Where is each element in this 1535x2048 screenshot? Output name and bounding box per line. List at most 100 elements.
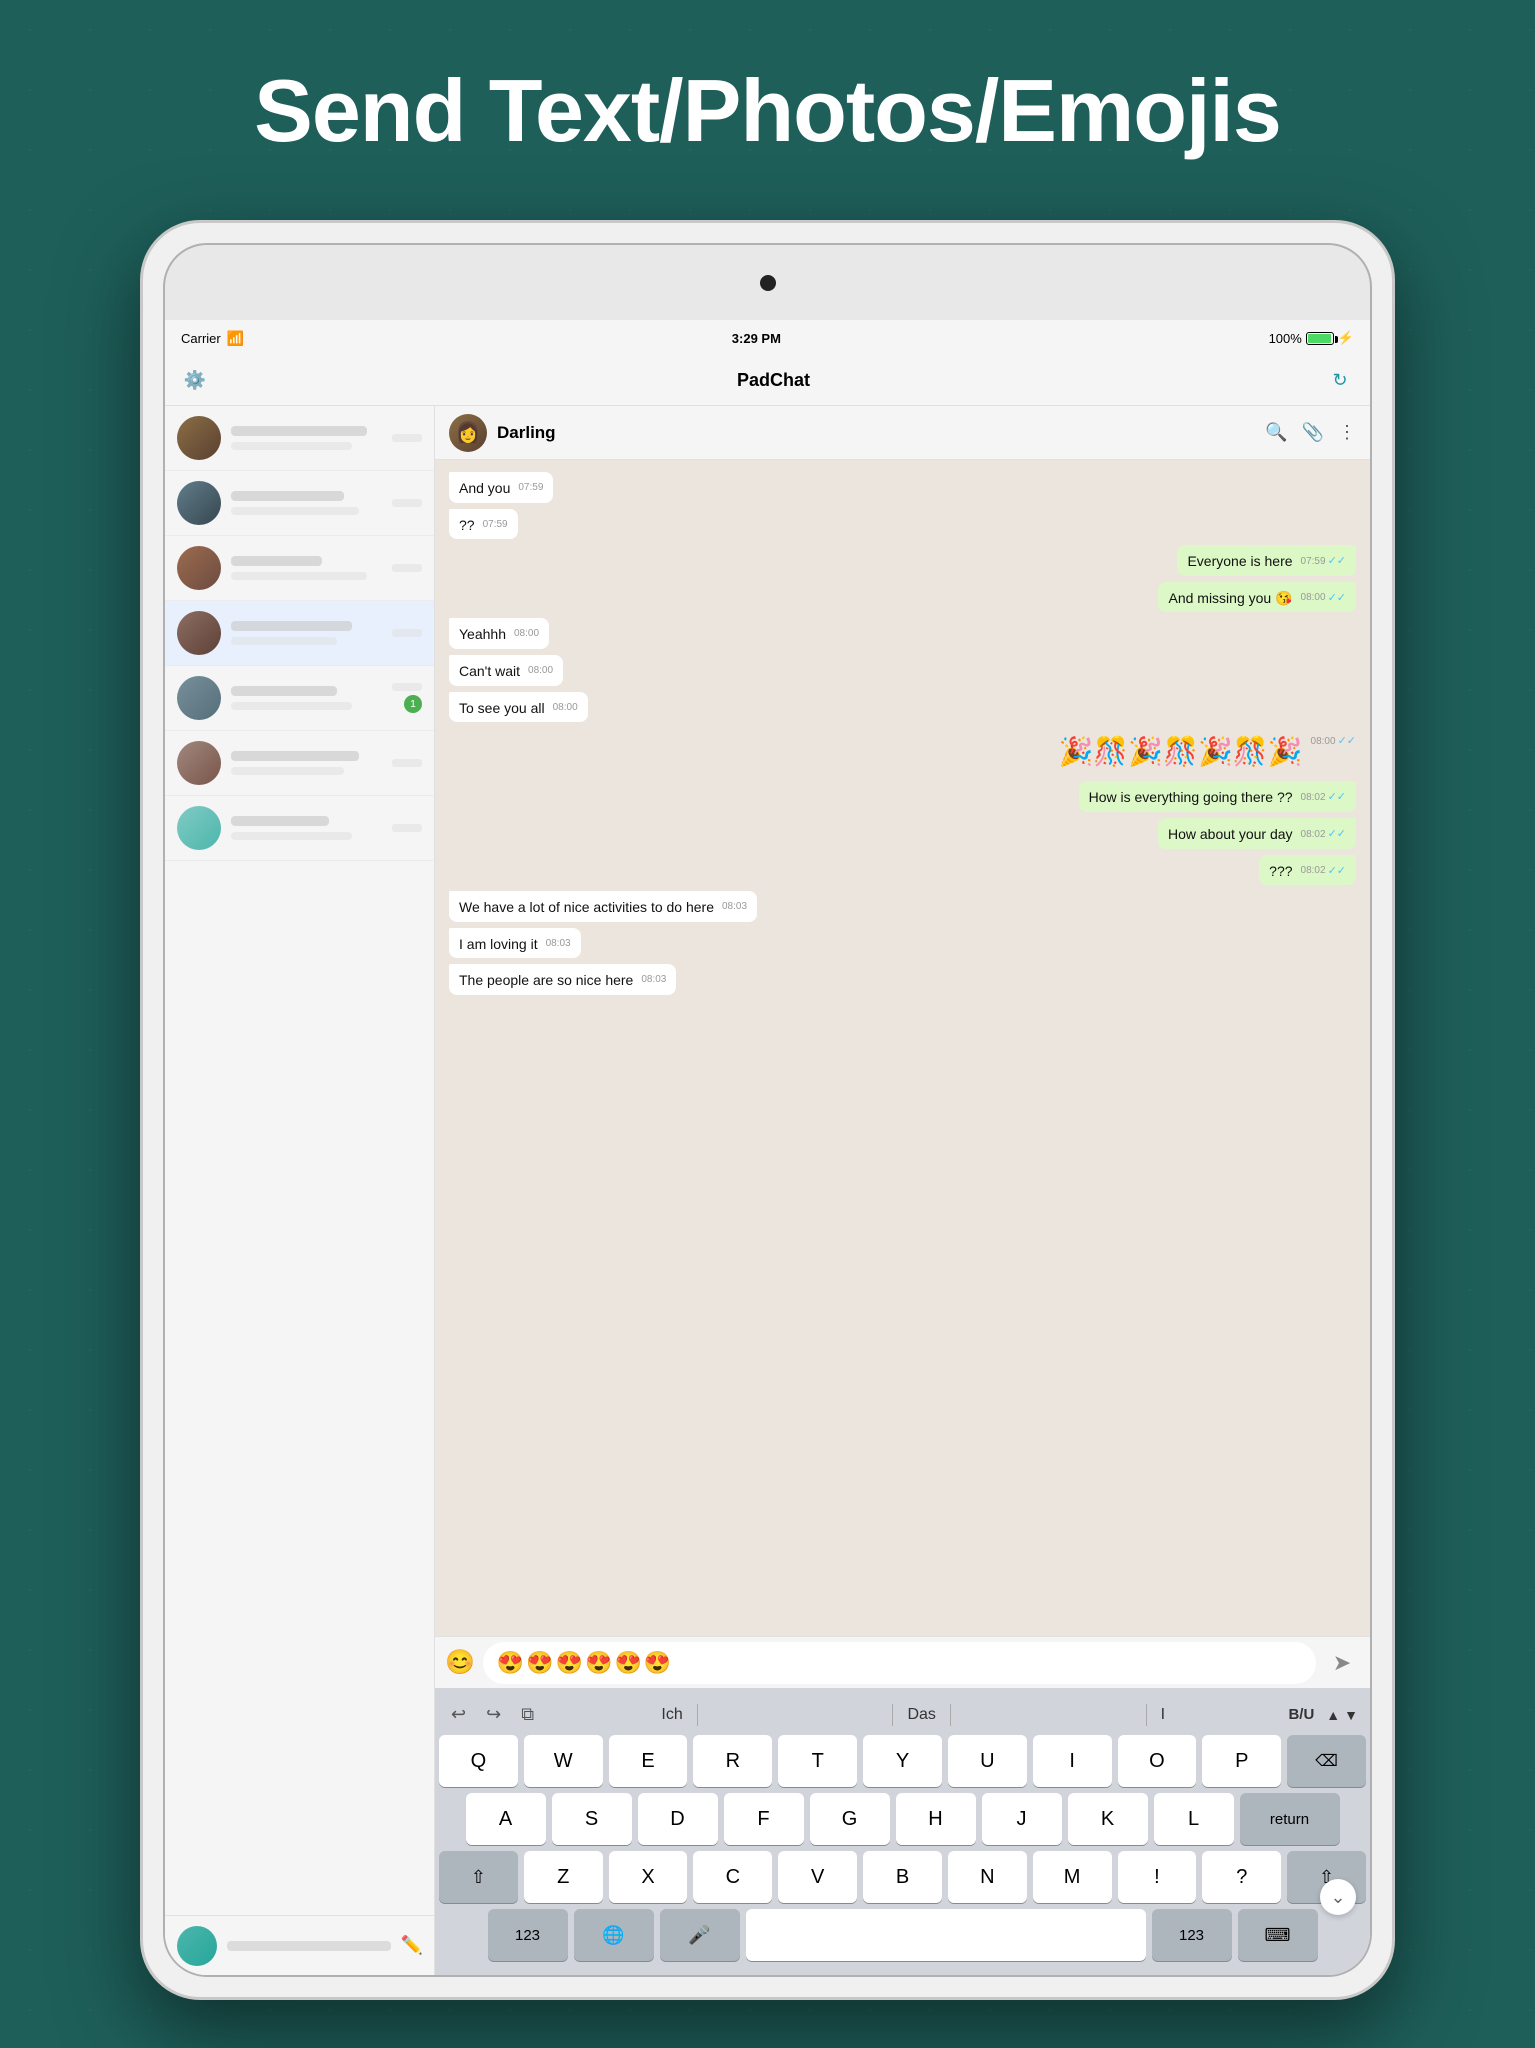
key-delete[interactable]: ⌫ — [1287, 1735, 1366, 1787]
chat-time — [392, 499, 422, 507]
keyboard-row-2: A S D F G H J K L return — [439, 1793, 1366, 1845]
refresh-icon[interactable]: ↻ — [1326, 367, 1354, 395]
arrow-up-icon[interactable]: ▲ — [1326, 1707, 1340, 1723]
message-input[interactable]: 😍😍😍😍😍😍 — [483, 1642, 1316, 1684]
key-o[interactable]: O — [1118, 1735, 1197, 1787]
send-button[interactable]: ➤ — [1324, 1645, 1360, 1681]
key-globe[interactable]: 🌐 — [574, 1909, 654, 1961]
keyboard-row-4: 123 🌐 🎤 123 ⌨ — [439, 1909, 1366, 1961]
key-z[interactable]: Z — [524, 1851, 603, 1903]
avatar — [177, 416, 221, 460]
emoji-picker-button[interactable]: 😊 — [445, 1648, 475, 1677]
key-question[interactable]: ? — [1202, 1851, 1281, 1903]
key-keyboard[interactable]: ⌨ — [1238, 1909, 1318, 1961]
chat-time — [392, 759, 422, 767]
list-item[interactable] — [165, 406, 434, 471]
message-time: 07:59 — [518, 481, 543, 495]
message-time: 08:02 ✓✓ — [1301, 864, 1346, 879]
message-bubble: Yeahhh 08:00 — [449, 618, 549, 649]
chat-time — [392, 629, 422, 637]
attachment-icon[interactable]: 📎 — [1302, 422, 1324, 443]
key-w[interactable]: W — [524, 1735, 603, 1787]
key-space[interactable] — [746, 1909, 1146, 1961]
key-a[interactable]: A — [466, 1793, 546, 1845]
gear-icon[interactable]: ⚙️ — [181, 367, 209, 395]
key-b[interactable]: B — [863, 1851, 942, 1903]
key-microphone[interactable]: 🎤 — [660, 1909, 740, 1961]
list-item[interactable] — [165, 536, 434, 601]
key-c[interactable]: C — [693, 1851, 772, 1903]
ipad-device: Carrier 📶 3:29 PM 100% ⚡ ⚙️ — [140, 220, 1395, 2000]
keyboard-row-1: Q W E R T Y U I O P ⌫ — [439, 1735, 1366, 1787]
bold-underline-button[interactable]: B/U — [1288, 1706, 1314, 1723]
key-n[interactable]: N — [948, 1851, 1027, 1903]
keyboard-row-3: ⇧ Z X C V B N M ! ? ⇧ — [439, 1851, 1366, 1903]
front-camera — [760, 275, 776, 291]
message-text: To see you all — [459, 700, 545, 716]
key-f[interactable]: F — [724, 1793, 804, 1845]
search-icon[interactable]: 🔍 — [1265, 422, 1287, 443]
key-l[interactable]: L — [1154, 1793, 1234, 1845]
contact-avatar: 👩 — [449, 414, 487, 452]
chat-header: 👩 Darling 🔍 📎 ⋮ — [435, 406, 1370, 460]
chat-name-blur — [231, 491, 344, 501]
key-v[interactable]: V — [778, 1851, 857, 1903]
key-t[interactable]: T — [778, 1735, 857, 1787]
key-h[interactable]: H — [896, 1793, 976, 1845]
message-text: ??? — [1269, 863, 1292, 879]
key-exclaim[interactable]: ! — [1118, 1851, 1197, 1903]
paste-button[interactable]: ⧉ — [517, 1700, 538, 1729]
scroll-bottom-button[interactable]: ⌄ — [1320, 1879, 1356, 1915]
list-item[interactable] — [165, 601, 434, 666]
key-m[interactable]: M — [1033, 1851, 1112, 1903]
list-item[interactable] — [165, 796, 434, 861]
key-p[interactable]: P — [1202, 1735, 1281, 1787]
suggestion-i[interactable]: I — [1146, 1704, 1179, 1726]
key-s[interactable]: S — [552, 1793, 632, 1845]
message-text: Can't wait — [459, 663, 520, 679]
message-text: How about your day — [1168, 826, 1293, 842]
message-bubble: We have a lot of nice activities to do h… — [449, 891, 757, 922]
key-u[interactable]: U — [948, 1735, 1027, 1787]
message-time: 08:03 — [722, 900, 747, 914]
main-content: 1 — [165, 406, 1370, 1975]
message-bubble: To see you all 08:00 — [449, 692, 588, 723]
key-shift-left[interactable]: ⇧ — [439, 1851, 518, 1903]
key-numbers[interactable]: 123 — [488, 1909, 568, 1961]
message-time: 08:03 — [641, 973, 666, 987]
suggestion-das[interactable]: Das — [892, 1704, 950, 1726]
key-q[interactable]: Q — [439, 1735, 518, 1787]
compose-icon[interactable]: ✏️ — [401, 1935, 423, 1956]
list-item[interactable] — [165, 731, 434, 796]
redo-button[interactable]: ↪ — [482, 1700, 505, 1729]
suggestion-ich[interactable]: Ich — [647, 1704, 697, 1726]
contact-name: Darling — [497, 423, 1255, 443]
key-x[interactable]: X — [609, 1851, 688, 1903]
key-numbers-right[interactable]: 123 — [1152, 1909, 1232, 1961]
battery-percent: 100% — [1269, 331, 1302, 346]
message-bubble: How is everything going there ?? 08:02 ✓… — [1079, 781, 1356, 812]
chat-preview-blur — [231, 702, 352, 710]
key-r[interactable]: R — [693, 1735, 772, 1787]
key-return[interactable]: return — [1240, 1793, 1340, 1845]
avatar — [177, 806, 221, 850]
key-j[interactable]: J — [982, 1793, 1062, 1845]
message-text: Everyone is here — [1187, 553, 1292, 569]
key-i[interactable]: I — [1033, 1735, 1112, 1787]
key-y[interactable]: Y — [863, 1735, 942, 1787]
keyboard-area: ↩ ↪ ⧉ Ich Das I B/U ▲ ▼ — [435, 1688, 1370, 1975]
undo-button[interactable]: ↩ — [447, 1700, 470, 1729]
more-icon[interactable]: ⋮ — [1338, 422, 1356, 443]
avatar — [177, 741, 221, 785]
list-item[interactable]: 1 — [165, 666, 434, 731]
list-item[interactable] — [165, 471, 434, 536]
key-g[interactable]: G — [810, 1793, 890, 1845]
arrow-down-icon[interactable]: ▼ — [1344, 1707, 1358, 1723]
user-avatar — [177, 1926, 217, 1966]
message-bubble: ?? 07:59 — [449, 509, 518, 540]
app-header: ⚙️ PadChat ↻ — [165, 356, 1370, 406]
key-e[interactable]: E — [609, 1735, 688, 1787]
message-time: 08:02 ✓✓ — [1301, 827, 1346, 842]
key-d[interactable]: D — [638, 1793, 718, 1845]
key-k[interactable]: K — [1068, 1793, 1148, 1845]
